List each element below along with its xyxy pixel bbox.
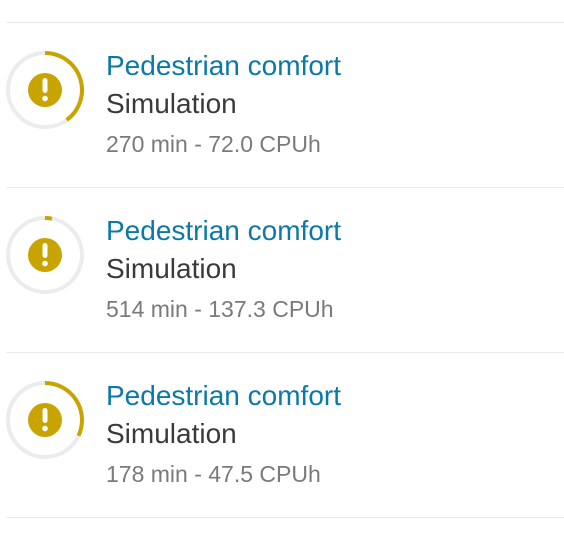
progress-ring xyxy=(6,216,84,294)
progress-ring xyxy=(6,51,84,129)
job-title[interactable]: Pedestrian comfort xyxy=(106,379,341,413)
job-runtime: 270 min - 72.0 CPUh xyxy=(106,131,321,157)
list-item[interactable]: Pedestrian comfort Simulation 514 min - … xyxy=(0,214,564,364)
job-type: Simulation xyxy=(106,418,237,449)
progress-ring xyxy=(6,381,84,459)
job-runtime: 178 min - 47.5 CPUh xyxy=(106,461,321,487)
divider xyxy=(6,517,564,518)
divider xyxy=(6,187,564,188)
divider xyxy=(6,22,564,23)
job-type: Simulation xyxy=(106,88,237,119)
simulation-job-list: Pedestrian comfort Simulation 270 min - … xyxy=(0,0,564,536)
job-type: Simulation xyxy=(106,253,237,284)
divider xyxy=(6,352,564,353)
list-item[interactable]: Pedestrian comfort Simulation 178 min - … xyxy=(0,379,564,529)
job-title[interactable]: Pedestrian comfort xyxy=(106,49,341,83)
list-item[interactable]: Pedestrian comfort Simulation 270 min - … xyxy=(0,49,564,199)
job-runtime: 514 min - 137.3 CPUh xyxy=(106,296,334,322)
warning-icon xyxy=(28,73,62,107)
job-title[interactable]: Pedestrian comfort xyxy=(106,214,341,248)
warning-icon xyxy=(28,403,62,437)
warning-icon xyxy=(28,238,62,272)
progress-arc xyxy=(44,216,53,221)
